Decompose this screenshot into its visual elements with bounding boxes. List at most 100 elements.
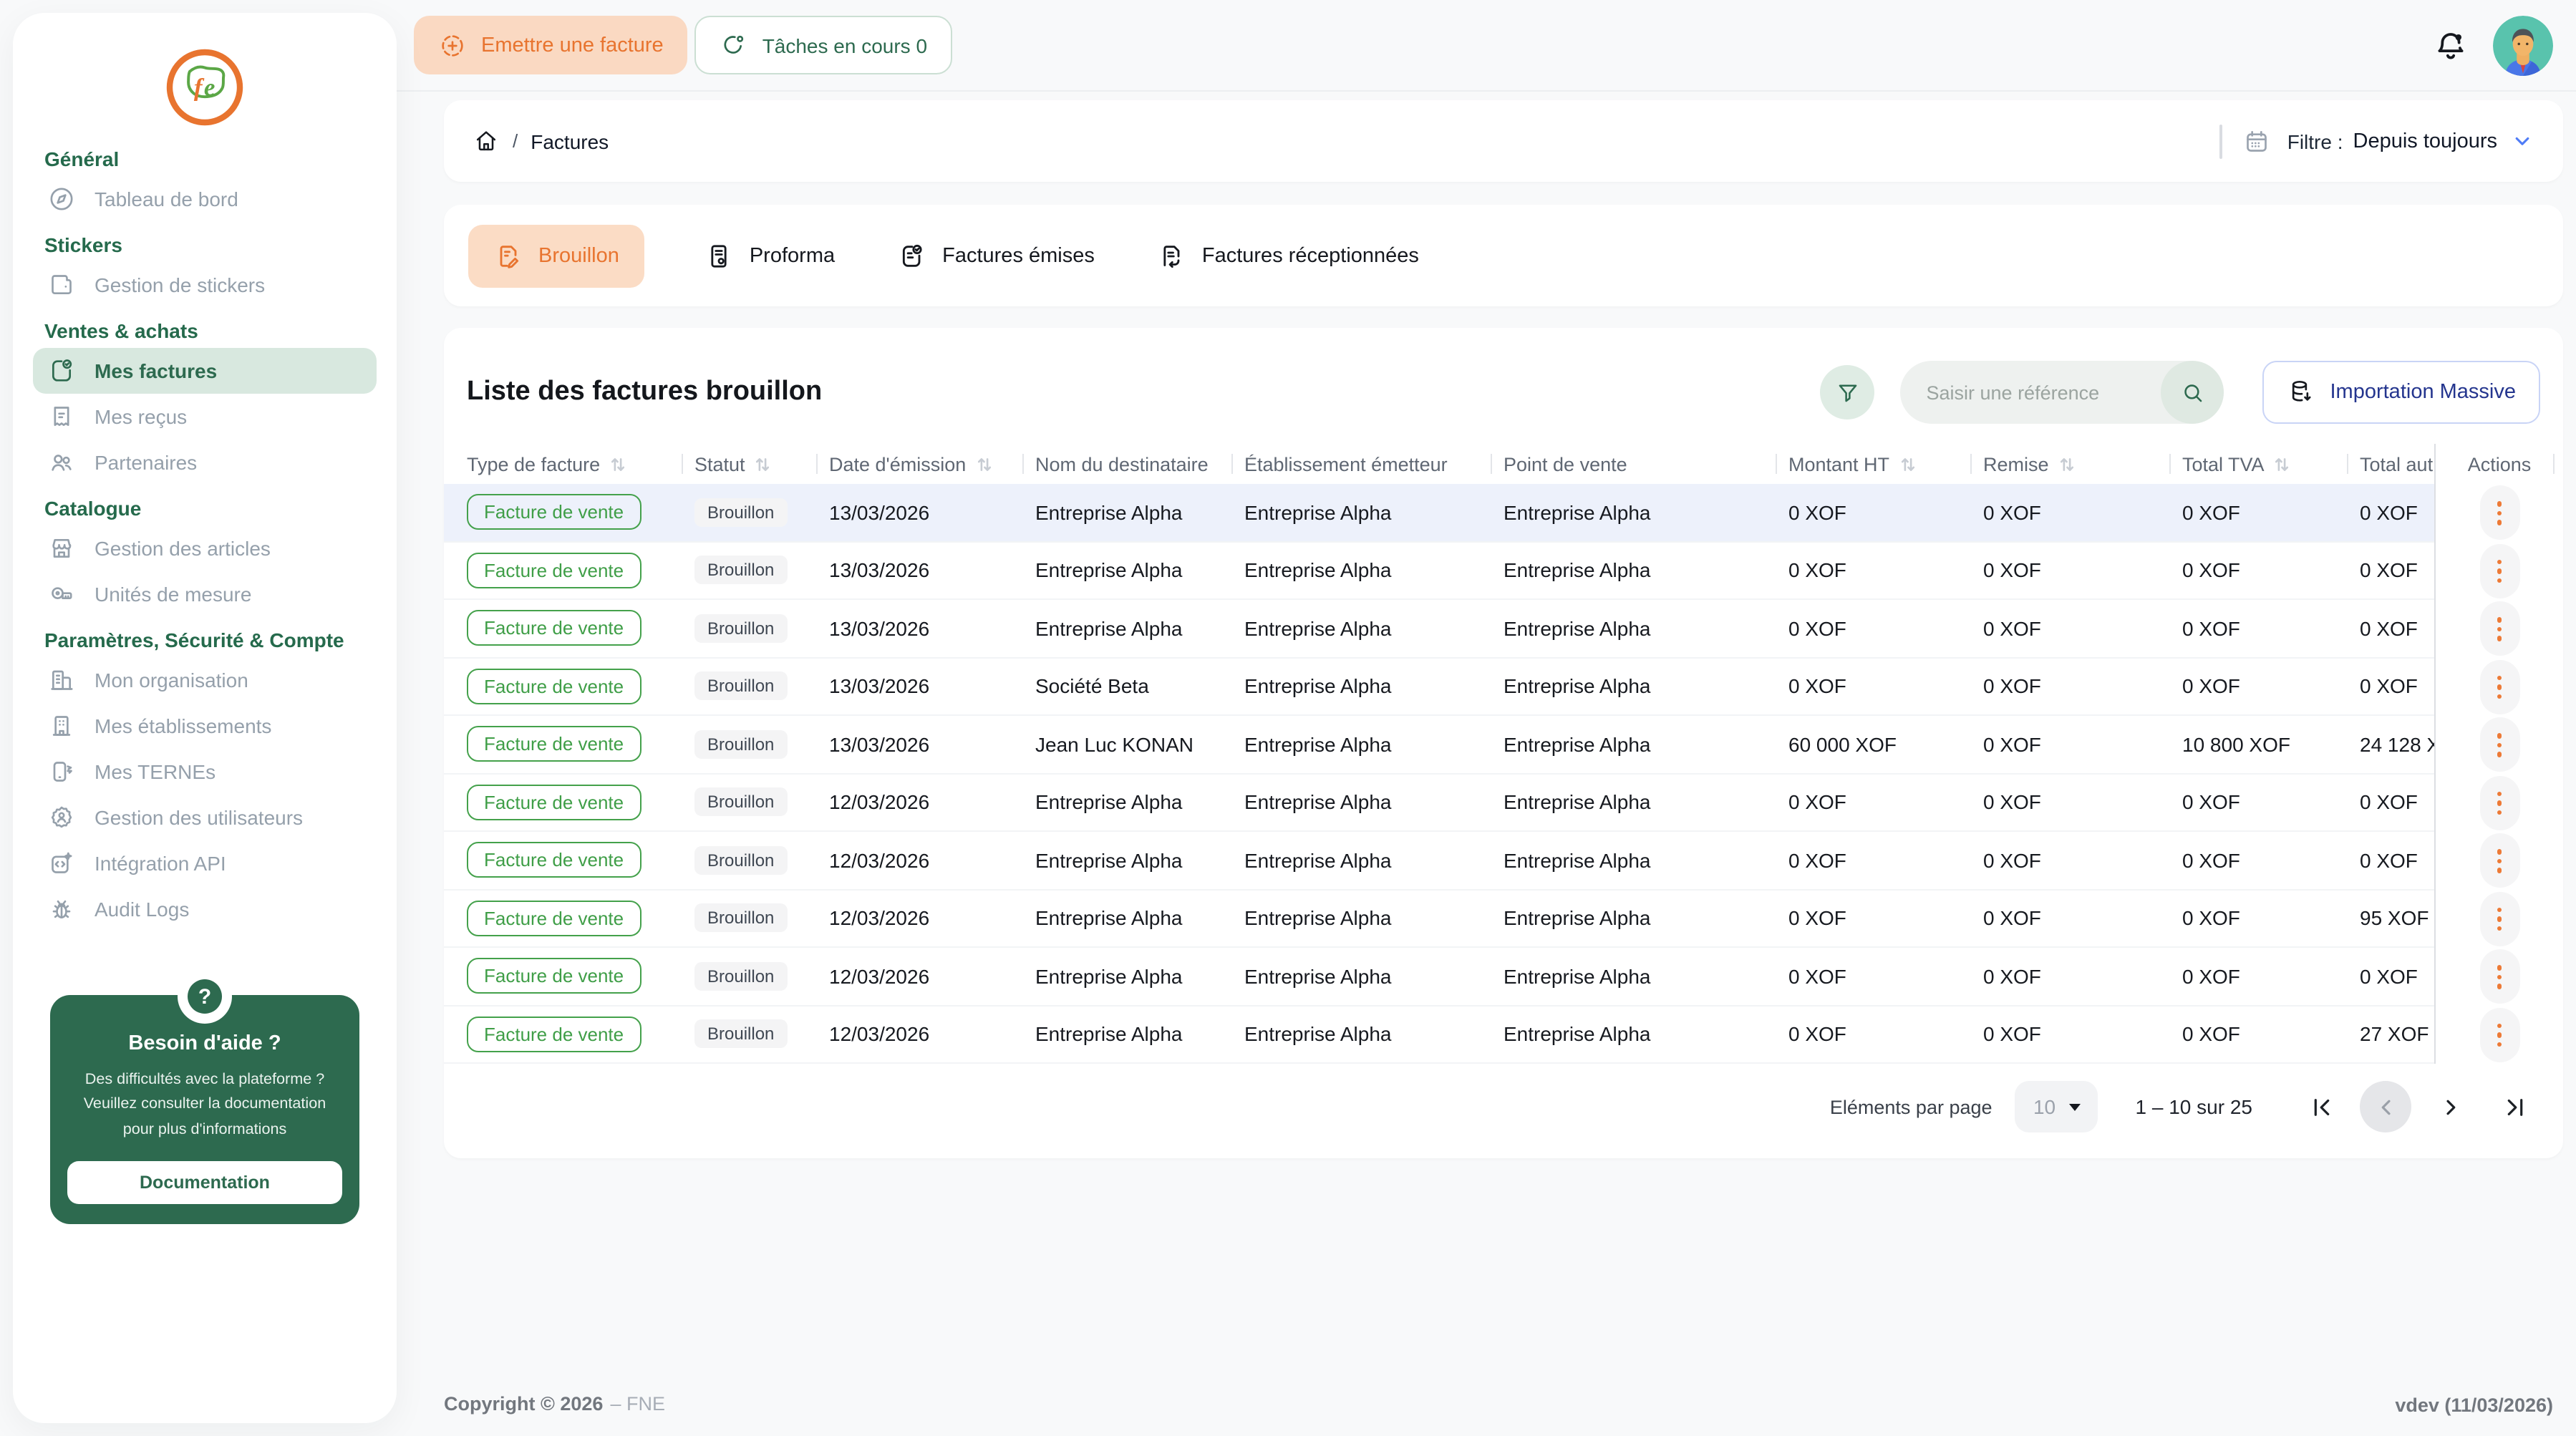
column-header-type-de-facture[interactable]: Type de facture [467, 453, 694, 475]
table-row[interactable]: Facture de venteBrouillon13/03/2026Jean … [444, 716, 2434, 774]
column-header-montant-ht[interactable]: Montant HT [1788, 453, 1983, 475]
tab-brouillon[interactable]: Brouillon [468, 224, 645, 287]
row-actions-button[interactable] [2479, 486, 2519, 540]
column-header-date-d-emission[interactable]: Date d'émission [829, 453, 1035, 475]
mass-import-button[interactable]: Importation Massive [2263, 361, 2541, 424]
row-actions-button[interactable] [2479, 602, 2519, 656]
sidebar-item-unites-de-mesure[interactable]: Unités de mesure [33, 571, 377, 617]
terminal-device-icon [47, 757, 76, 786]
sidebar-item-partenaires[interactable]: Partenaires [33, 440, 377, 485]
row-actions-button[interactable] [2479, 950, 2519, 1004]
row-actions-button[interactable] [2479, 892, 2519, 946]
row-actions-button[interactable] [2479, 544, 2519, 598]
next-page-button[interactable] [2424, 1081, 2476, 1132]
user-avatar-icon [2493, 15, 2553, 75]
table-row[interactable]: Facture de venteBrouillon13/03/2026Entre… [444, 542, 2434, 600]
tab-label: Factures émises [942, 244, 1095, 267]
actions-cell [2436, 658, 2563, 716]
column-header-remise[interactable]: Remise [1983, 453, 2182, 475]
sidebar-item-mes-recus[interactable]: Mes reçus [33, 394, 377, 440]
sidebar-item-gestion-de-stickers[interactable]: Gestion de stickers [33, 262, 377, 308]
table-row[interactable]: Facture de venteBrouillon12/03/2026Entre… [444, 1006, 2434, 1064]
cell-remise: 0 XOF [1983, 733, 2182, 756]
sort-icon [2058, 455, 2076, 473]
cell-total-autres: 27 XOF [2360, 1023, 2434, 1046]
documentation-button[interactable]: Documentation [67, 1162, 342, 1205]
sidebar-item-audit-logs[interactable]: Audit Logs [33, 886, 377, 932]
svg-text:e: e [204, 74, 216, 102]
sidebar-item-label: Gestion des utilisateurs [95, 806, 303, 829]
invoice-tabs: Brouillon Proforma Factures émises Factures… [444, 205, 2563, 306]
column-header-total-tva[interactable]: Total TVA [2182, 453, 2360, 475]
cell-point-de-vente: Entreprise Alpha [1504, 675, 1788, 698]
tab-factures-emises[interactable]: Factures émises [895, 224, 1098, 287]
cell-statut: Brouillon [694, 1020, 829, 1049]
cell-type: Facture de vente [467, 727, 694, 762]
cell-type: Facture de vente [467, 669, 694, 704]
avatar[interactable] [2493, 15, 2553, 75]
sidebar-item-integration-api[interactable]: Intégration API [33, 840, 377, 886]
row-actions-button[interactable] [2479, 718, 2519, 772]
date-filter[interactable]: Filtre : Depuis toujours [2220, 124, 2534, 158]
table-row[interactable]: Facture de venteBrouillon12/03/2026Entre… [444, 832, 2434, 890]
row-actions-button[interactable] [2479, 834, 2519, 888]
row-actions-button[interactable] [2479, 776, 2519, 830]
cell-date: 12/03/2026 [829, 965, 1035, 988]
sidebar-item-mon-organisation[interactable]: Mon organisation [33, 657, 377, 703]
sidebar-item-mes-ternes[interactable]: Mes TERNEs [33, 749, 377, 795]
table-row[interactable]: Facture de venteBrouillon12/03/2026Entre… [444, 774, 2434, 832]
per-page-label: Eléments par page [1830, 1096, 1992, 1117]
actions-cell [2436, 1006, 2563, 1064]
sidebar-item-gestion-des-utilisateurs[interactable]: Gestion des utilisateurs [33, 795, 377, 840]
invoice-type-badge: Facture de vente [467, 843, 641, 878]
per-page-select[interactable]: 10 [2015, 1081, 2098, 1132]
notifications-button[interactable] [2433, 26, 2469, 64]
status-badge: Brouillon [694, 788, 787, 817]
cell-remise: 0 XOF [1983, 907, 2182, 930]
column-header-point-de-vente: Point de vente [1504, 453, 1788, 475]
first-page-button[interactable] [2295, 1081, 2347, 1132]
invoice-list-card: Liste des factures brouillon Importation… [444, 328, 2563, 1158]
app-logo-icon: fe [165, 47, 245, 127]
last-page-button[interactable] [2489, 1081, 2540, 1132]
api-icon [47, 849, 76, 878]
cell-type: Facture de vente [467, 611, 694, 646]
sidebar-item-mes-factures[interactable]: Mes factures [33, 348, 377, 394]
home-breadcrumb-button[interactable] [473, 127, 500, 155]
tasks-in-progress-button[interactable]: Tâches en cours 0 [695, 16, 952, 74]
cell-point-de-vente: Entreprise Alpha [1504, 617, 1788, 640]
sidebar-item-tableau-de-bord[interactable]: Tableau de bord [33, 176, 377, 222]
cell-montant-ht: 0 XOF [1788, 907, 1983, 930]
sidebar-item-label: Audit Logs [95, 898, 189, 921]
table-row[interactable]: Facture de venteBrouillon13/03/2026Socié… [444, 658, 2434, 716]
table-row[interactable]: Facture de venteBrouillon13/03/2026Entre… [444, 600, 2434, 658]
main-area: Emettre une facture Tâches en cours 0 / … [397, 0, 2576, 1436]
column-header-total-autres-taxes: Total autres taxes [2360, 453, 2434, 475]
cell-date: 13/03/2026 [829, 617, 1035, 640]
sidebar-item-mes-etablissements[interactable]: Mes établissements [33, 703, 377, 749]
tab-factures-receptionnees[interactable]: Factures réceptionnées [1155, 224, 1422, 287]
sidebar-item-label: Mon organisation [95, 669, 248, 692]
previous-page-button[interactable] [2360, 1081, 2411, 1132]
doc-pencil-icon [494, 241, 523, 270]
version-text: vdev (11/03/2026) [2395, 1394, 2553, 1415]
tab-proforma[interactable]: Proforma [702, 224, 838, 287]
column-header-statut[interactable]: Statut [694, 453, 829, 475]
topbar: Emettre une facture Tâches en cours 0 [397, 0, 2576, 92]
filter-button[interactable] [1821, 365, 1875, 419]
cell-etablissement: Entreprise Alpha [1244, 791, 1504, 814]
cell-date: 13/03/2026 [829, 559, 1035, 582]
table-row[interactable]: Facture de venteBrouillon12/03/2026Entre… [444, 948, 2434, 1006]
cell-nom: Entreprise Alpha [1035, 965, 1244, 988]
search-button[interactable] [2161, 361, 2224, 424]
cell-total-autres: 24 128 XOF [2360, 733, 2434, 756]
home-icon [473, 127, 500, 155]
row-actions-button[interactable] [2479, 660, 2519, 714]
table-row[interactable]: Facture de venteBrouillon13/03/2026Entre… [444, 484, 2434, 542]
help-card: ? Besoin d'aide ? Des difficultés avec l… [50, 995, 359, 1225]
sidebar-item-gestion-des-articles[interactable]: Gestion des articles [33, 525, 377, 571]
status-badge: Brouillon [694, 904, 787, 933]
row-actions-button[interactable] [2479, 1008, 2519, 1062]
emit-invoice-button[interactable]: Emettre une facture [414, 16, 688, 74]
table-row[interactable]: Facture de venteBrouillon12/03/2026Entre… [444, 890, 2434, 948]
